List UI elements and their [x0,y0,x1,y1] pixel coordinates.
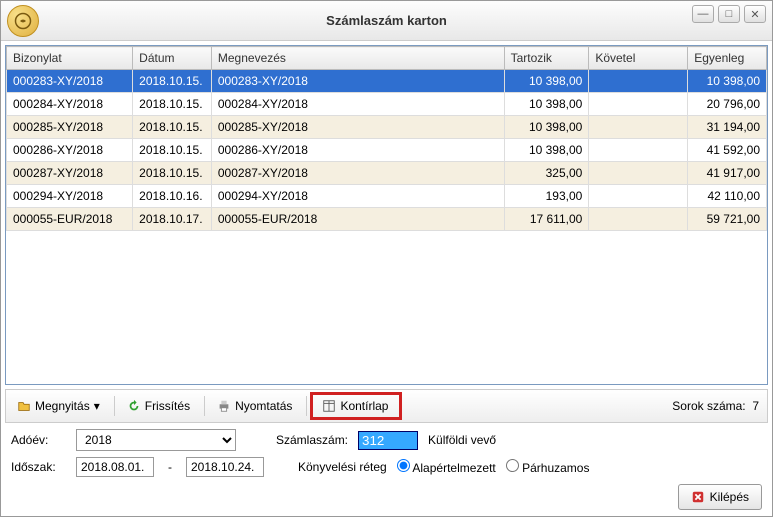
open-button[interactable]: Megnyitás ▾ [8,395,109,417]
kontirlap-button[interactable]: Kontírlap [313,395,397,417]
cell-kovetel [589,70,688,93]
layer-label: Könyvelési réteg [298,460,387,474]
cell-datum: 2018.10.17. [133,208,212,231]
refresh-button[interactable]: Frissítés [118,395,199,417]
app-icon [7,5,39,37]
row-count: Sorok száma: 7 [672,399,765,413]
cell-tartozik: 10 398,00 [504,139,589,162]
cell-egyenleg: 20 796,00 [688,93,767,116]
minimize-button[interactable]: — [692,5,714,23]
cell-egyenleg: 31 194,00 [688,116,767,139]
maximize-button[interactable]: □ [718,5,740,23]
refresh-label: Frissítés [145,399,190,413]
cell-datum: 2018.10.15. [133,139,212,162]
cell-megn: 000287-XY/2018 [211,162,504,185]
cell-biz: 000294-XY/2018 [7,185,133,208]
layer-parallel-radio[interactable]: Párhuzamos [506,459,590,475]
cell-biz: 000055-EUR/2018 [7,208,133,231]
cell-kovetel [589,208,688,231]
print-button[interactable]: Nyomtatás [208,395,301,417]
idoszak-from[interactable] [76,457,154,477]
col-tartozik[interactable]: Tartozik [504,47,589,70]
cell-datum: 2018.10.15. [133,162,212,185]
cell-tartozik: 10 398,00 [504,70,589,93]
szamlaszam-desc: Külföldi vevő [428,433,496,447]
szamlaszam-input[interactable] [358,431,418,450]
cell-megn: 000283-XY/2018 [211,70,504,93]
exit-button[interactable]: Kilépés [678,484,762,510]
filter-form: Adóév: 2018 Számlaszám: Külföldi vevő Id… [1,423,772,489]
table-header-row: Bizonylat Dátum Megnevezés Tartozik Köve… [7,47,767,70]
col-bizonylat[interactable]: Bizonylat [7,47,133,70]
idoszak-label: Időszak: [11,460,66,474]
table-row[interactable]: 000285-XY/20182018.10.15.000285-XY/20181… [7,116,767,139]
cell-biz: 000287-XY/2018 [7,162,133,185]
cell-datum: 2018.10.15. [133,70,212,93]
cell-megn: 000055-EUR/2018 [211,208,504,231]
cell-kovetel [589,93,688,116]
col-megnevezes[interactable]: Megnevezés [211,47,504,70]
table-row[interactable]: 000286-XY/20182018.10.15.000286-XY/20181… [7,139,767,162]
cell-biz: 000285-XY/2018 [7,116,133,139]
exit-label: Kilépés [710,490,749,504]
cell-egyenleg: 59 721,00 [688,208,767,231]
cell-tartozik: 325,00 [504,162,589,185]
cell-biz: 000286-XY/2018 [7,139,133,162]
layer-default-radio[interactable]: Alapértelmezett [397,459,496,475]
exit-icon [691,490,705,504]
window-title: Számlaszám karton [326,13,447,28]
cell-egyenleg: 42 110,00 [688,185,767,208]
refresh-icon [127,399,141,413]
close-button[interactable]: ✕ [744,5,766,23]
adoev-label: Adóév: [11,433,66,447]
kontirlap-label: Kontírlap [340,399,388,413]
cell-tartozik: 10 398,00 [504,116,589,139]
cell-megn: 000285-XY/2018 [211,116,504,139]
idoszak-to[interactable] [186,457,264,477]
dropdown-icon: ▾ [94,399,100,413]
cell-biz: 000284-XY/2018 [7,93,133,116]
cell-kovetel [589,139,688,162]
table-row[interactable]: 000283-XY/20182018.10.15.000283-XY/20181… [7,70,767,93]
cell-egyenleg: 10 398,00 [688,70,767,93]
table-row[interactable]: 000294-XY/20182018.10.16.000294-XY/20181… [7,185,767,208]
cell-egyenleg: 41 592,00 [688,139,767,162]
toolbar: Megnyitás ▾ Frissítés Nyomtatás Kontírla… [5,389,768,423]
cell-kovetel [589,185,688,208]
print-label: Nyomtatás [235,399,292,413]
table-row[interactable]: 000055-EUR/20182018.10.17.000055-EUR/201… [7,208,767,231]
cell-datum: 2018.10.15. [133,116,212,139]
cell-megn: 000284-XY/2018 [211,93,504,116]
adoev-select[interactable]: 2018 [76,429,236,451]
col-egyenleg[interactable]: Egyenleg [688,47,767,70]
cell-egyenleg: 41 917,00 [688,162,767,185]
cell-tartozik: 193,00 [504,185,589,208]
cell-datum: 2018.10.15. [133,93,212,116]
table-row[interactable]: 000284-XY/20182018.10.15.000284-XY/20181… [7,93,767,116]
cell-megn: 000286-XY/2018 [211,139,504,162]
cell-datum: 2018.10.16. [133,185,212,208]
cell-tartozik: 10 398,00 [504,93,589,116]
col-kovetel[interactable]: Követel [589,47,688,70]
data-table[interactable]: Bizonylat Dátum Megnevezés Tartozik Köve… [5,45,768,385]
szamlaszam-label: Számlaszám: [276,433,348,447]
cell-kovetel [589,162,688,185]
kontirlap-icon [322,399,336,413]
cell-kovetel [589,116,688,139]
open-label: Megnyitás [35,399,90,413]
col-datum[interactable]: Dátum [133,47,212,70]
print-icon [217,399,231,413]
cell-tartozik: 17 611,00 [504,208,589,231]
open-icon [17,399,31,413]
table-row[interactable]: 000287-XY/20182018.10.15.000287-XY/20183… [7,162,767,185]
cell-megn: 000294-XY/2018 [211,185,504,208]
cell-biz: 000283-XY/2018 [7,70,133,93]
titlebar: Számlaszám karton — □ ✕ [1,1,772,41]
